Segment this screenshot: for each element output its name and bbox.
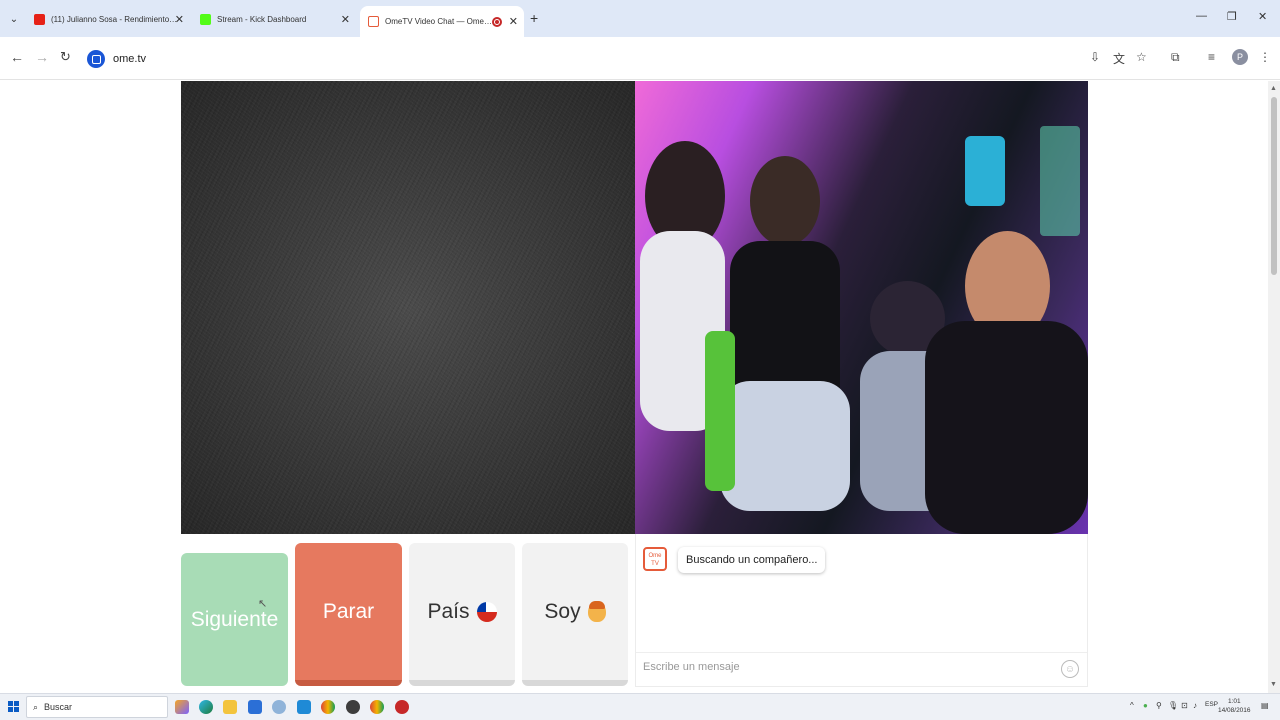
menu-icon[interactable]: ⋮	[1259, 50, 1271, 64]
tab-kick[interactable]: Stream - Kick Dashboard ✕	[192, 6, 356, 32]
new-tab-button[interactable]: +	[530, 10, 538, 26]
person-silhouette	[925, 321, 1088, 534]
person-silhouette	[750, 156, 820, 246]
close-window-icon[interactable]: ✕	[1258, 10, 1267, 23]
own-camera-video	[635, 81, 1088, 534]
vscode-icon[interactable]	[297, 700, 311, 714]
language-indicator[interactable]: ESP	[1205, 701, 1218, 708]
page-scrollbar[interactable]: ▲ ▼	[1268, 81, 1280, 693]
next-button-label: Siguiente	[190, 607, 279, 631]
tab-title: Stream - Kick Dashboard	[217, 14, 307, 24]
tab-title: (11) Julianno Sosa - Rendimiento (Video …	[51, 14, 179, 24]
reload-icon[interactable]: ↻	[60, 49, 71, 65]
address-bar[interactable]: ome.tv	[84, 45, 1084, 73]
chat-input-row: ☺	[636, 652, 1087, 686]
forward-icon[interactable]: →	[35, 49, 49, 65]
windows-start-icon[interactable]	[8, 701, 19, 712]
minimize-icon[interactable]: —	[1196, 10, 1207, 22]
tray-app-icon[interactable]: ●	[1143, 701, 1148, 710]
extensions-icon[interactable]: ⧉	[1171, 50, 1180, 65]
search-icon: ⌕	[33, 701, 39, 712]
next-button[interactable]: Siguiente	[181, 553, 288, 686]
scroll-up-icon[interactable]: ▲	[1270, 85, 1277, 92]
browser-toolbar: ← → ↻ ome.tv ⇩ 文 ☆ ⧉ ≡ ⋮	[0, 37, 1280, 80]
tab-search-button[interactable]: ⌄	[4, 9, 24, 29]
clock-time: 1:01	[1227, 698, 1241, 705]
kick-icon	[200, 13, 211, 25]
partner-video	[181, 81, 635, 534]
microphone-icon[interactable]: 🎙	[1168, 701, 1178, 710]
volume-icon[interactable]: ♪	[1193, 701, 1197, 710]
copilot-icon[interactable]	[175, 700, 189, 714]
edge-icon[interactable]	[199, 700, 213, 714]
static-noise	[181, 81, 635, 534]
gaming-chair	[965, 136, 1005, 206]
taskbar-clock[interactable]: 1:01 14/08/2016	[1218, 697, 1251, 715]
stool	[705, 331, 735, 491]
tab-youtube[interactable]: (11) Julianno Sosa - Rendimiento (Video …	[26, 6, 190, 32]
settings-icon[interactable]	[272, 700, 286, 714]
message-input[interactable]	[643, 661, 1043, 673]
back-icon[interactable]: ←	[10, 49, 24, 65]
profile-avatar[interactable]: P	[1232, 49, 1248, 65]
recording-icon	[492, 16, 502, 27]
file-explorer-icon[interactable]	[223, 700, 237, 714]
close-tab-icon[interactable]: ✕	[175, 13, 184, 26]
url-text: ome.tv	[113, 53, 147, 65]
ometv-icon	[368, 16, 379, 27]
gender-button-label: Soy	[544, 599, 581, 623]
bookmark-star-icon[interactable]: ☆	[1136, 50, 1147, 64]
chrome-active-icon[interactable]	[370, 700, 384, 714]
translate-icon[interactable]: 文	[1113, 50, 1125, 67]
scroll-thumb[interactable]	[1271, 97, 1277, 275]
page-content: Siguiente Parar País Soy Ome TV Buscando…	[0, 81, 1280, 693]
scroll-down-icon[interactable]: ▼	[1270, 681, 1277, 688]
tab-ometv[interactable]: OmeTV Video Chat — Omegle Rand... ✕	[360, 6, 524, 37]
site-info-icon[interactable]	[87, 50, 105, 68]
country-selector-button[interactable]: País	[409, 543, 515, 686]
status-message: Buscando un compañero...	[678, 547, 826, 573]
chat-panel: Ome TV Buscando un compañero... ☺	[635, 534, 1088, 687]
taskbar: ⌕ Buscar ^ ● ⚲ 🎙 ⊡ ♪ ESP 1:01 14/08/2016…	[0, 693, 1280, 720]
close-tab-icon[interactable]: ✕	[341, 13, 350, 26]
person-silhouette	[720, 381, 850, 511]
tab-title: OmeTV Video Chat — Omegle Rand...	[385, 17, 495, 26]
network-icon[interactable]: ⊡	[1181, 701, 1188, 710]
country-button-label: País	[427, 599, 470, 623]
obs-icon[interactable]	[346, 700, 360, 714]
close-tab-icon[interactable]: ✕	[509, 15, 518, 28]
recorder-icon[interactable]	[395, 700, 409, 714]
install-app-icon[interactable]: ⇩	[1090, 50, 1100, 64]
taskbar-search[interactable]: ⌕ Buscar	[26, 696, 168, 718]
tray-overflow-icon[interactable]: ^	[1130, 701, 1134, 710]
mouse-cursor-icon: ↖	[258, 598, 268, 610]
stop-button-label: Parar	[322, 599, 375, 623]
clock-date: 14/08/2016	[1218, 707, 1251, 714]
chrome-icon[interactable]	[321, 700, 335, 714]
calculator-icon[interactable]	[248, 700, 262, 714]
emoji-icon[interactable]: ☺	[1061, 660, 1079, 678]
ometv-logo: Ome TV	[643, 547, 667, 571]
notifications-icon[interactable]: ▤	[1261, 701, 1269, 710]
stop-button[interactable]: Parar	[295, 543, 402, 686]
gender-selector-button[interactable]: Soy	[522, 543, 628, 686]
restore-icon[interactable]: ❐	[1227, 10, 1237, 23]
media-controls-icon[interactable]: ≡	[1208, 50, 1215, 64]
taskbar-search-placeholder: Buscar	[44, 702, 73, 712]
chile-flag-icon	[476, 601, 497, 622]
tray-usb-icon[interactable]: ⚲	[1156, 701, 1162, 710]
tab-strip: ⌄ (11) Julianno Sosa - Rendimiento (Vide…	[0, 0, 1280, 37]
boy-face-icon	[587, 600, 606, 622]
shelf	[1040, 126, 1080, 236]
youtube-icon	[34, 13, 45, 25]
